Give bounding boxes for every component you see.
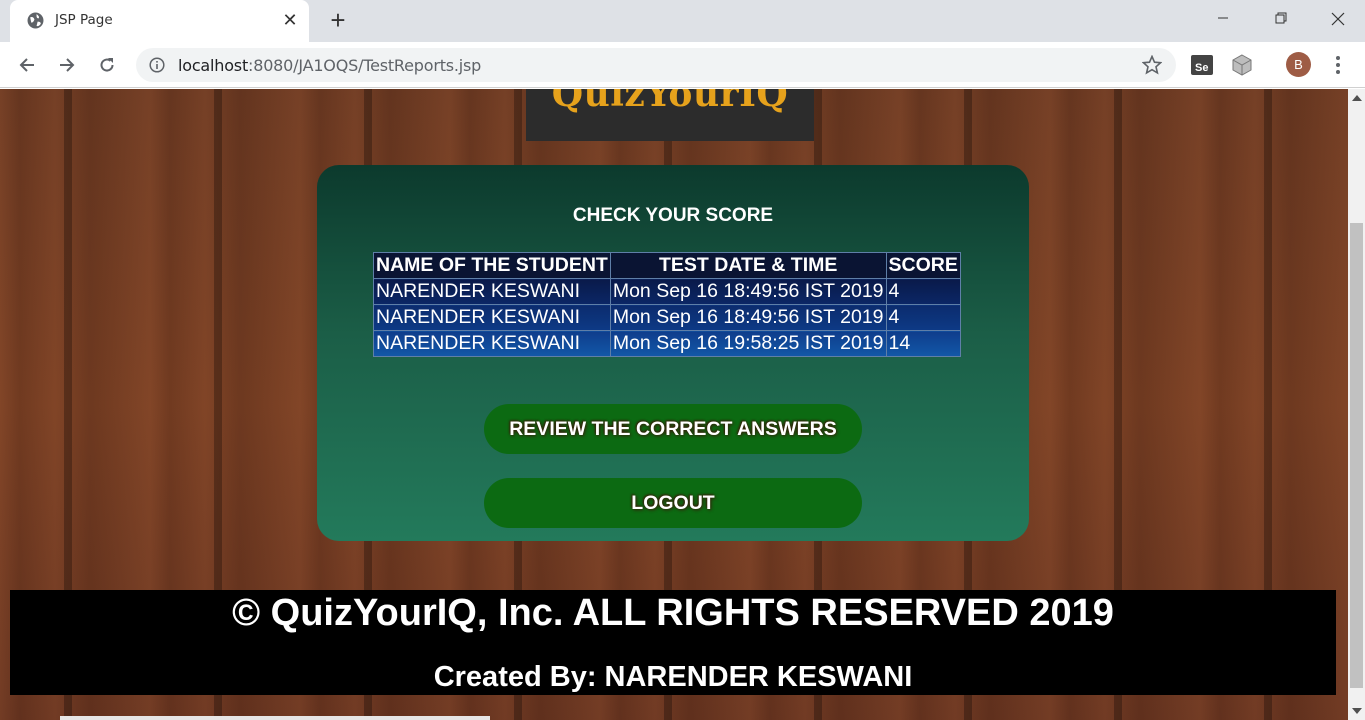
reload-icon [100, 58, 114, 72]
page-footer: © QuizYourIQ, Inc. ALL RIGHTS RESERVED 2… [10, 590, 1336, 695]
url-text[interactable]: localhost:8080/JA1OQS/TestReports.jsp [178, 56, 481, 75]
extension-cube-icon[interactable] [1230, 53, 1254, 77]
copyright-text: © QuizYourIQ, Inc. ALL RIGHTS RESERVED 2… [232, 592, 1114, 634]
arrow-left-icon [19, 58, 34, 72]
tab-strip: JSP Page ✕ + [0, 0, 1365, 42]
table-row: NARENDER KESWANI Mon Sep 16 18:49:56 IST… [373, 278, 961, 305]
table-row: NARENDER KESWANI Mon Sep 16 19:58:25 IST… [373, 330, 961, 357]
horizontal-scroll-indicator [60, 716, 490, 720]
review-answers-button[interactable]: REVIEW THE CORRECT ANSWERS [484, 404, 862, 454]
student-name-cell: NARENDER KESWANI [373, 304, 611, 331]
site-logo: QuizYourIQ [526, 89, 814, 141]
address-bar[interactable]: localhost:8080/JA1OQS/TestReports.jsp [136, 48, 1176, 82]
column-header-score: SCORE [885, 252, 961, 279]
restore-button[interactable] [1252, 0, 1310, 34]
test-date-cell: Mon Sep 16 18:49:56 IST 2019 [609, 304, 887, 331]
bookmark-star-icon[interactable] [1142, 55, 1162, 75]
score-panel: CHECK YOUR SCORE NAME OF THE STUDENT TES… [317, 165, 1029, 541]
student-name-cell: NARENDER KESWANI [373, 278, 611, 305]
column-header-student: NAME OF THE STUDENT [373, 252, 611, 279]
selenium-extension-icon[interactable]: Se [1190, 53, 1214, 77]
close-tab-icon[interactable]: ✕ [280, 10, 300, 30]
column-header-date: TEST DATE & TIME [609, 252, 887, 279]
scroll-up-arrow-icon[interactable] [1352, 95, 1362, 101]
browser-tab[interactable]: JSP Page ✕ [10, 0, 309, 42]
score-table: NAME OF THE STUDENT TEST DATE & TIME SCO… [373, 252, 961, 357]
table-row: NARENDER KESWANI Mon Sep 16 18:49:56 IST… [373, 304, 961, 331]
created-by-text: Created By: NARENDER KESWANI [433, 661, 913, 693]
close-icon [1331, 12, 1345, 26]
url-host: localhost [178, 56, 249, 75]
browser-toolbar: localhost:8080/JA1OQS/TestReports.jsp Se… [0, 42, 1365, 88]
arrow-right-icon [60, 58, 75, 72]
minimize-icon [1218, 17, 1228, 19]
scroll-down-arrow-icon[interactable] [1352, 708, 1362, 714]
forward-button[interactable] [52, 50, 82, 80]
panel-title: CHECK YOUR SCORE [572, 205, 774, 226]
score-cell: 4 [885, 304, 961, 331]
restore-icon [1275, 12, 1287, 24]
globe-icon [27, 12, 44, 29]
reload-button[interactable] [92, 50, 122, 80]
new-tab-button[interactable]: + [325, 7, 351, 33]
minimize-button[interactable] [1194, 0, 1252, 34]
close-window-button[interactable] [1308, 0, 1365, 34]
info-icon[interactable] [149, 57, 165, 73]
more-menu-icon[interactable] [1328, 52, 1348, 78]
logo-text: QuizYourIQ [551, 89, 789, 115]
vertical-scrollbar[interactable] [1348, 89, 1365, 720]
score-cell: 14 [885, 330, 961, 357]
test-date-cell: Mon Sep 16 19:58:25 IST 2019 [609, 330, 887, 357]
profile-avatar[interactable]: B [1286, 52, 1311, 77]
back-button[interactable] [12, 50, 42, 80]
score-cell: 4 [885, 278, 961, 305]
student-name-cell: NARENDER KESWANI [373, 330, 611, 357]
tab-title: JSP Page [55, 12, 113, 28]
url-path: :8080/JA1OQS/TestReports.jsp [248, 56, 482, 75]
test-date-cell: Mon Sep 16 18:49:56 IST 2019 [609, 278, 887, 305]
svg-text:Se: Se [1195, 62, 1208, 74]
scrollbar-thumb[interactable] [1350, 223, 1363, 688]
logout-button[interactable]: LOGOUT [484, 478, 862, 528]
page-viewport: QuizYourIQ CHECK YOUR SCORE NAME OF THE … [0, 89, 1348, 720]
table-header-row: NAME OF THE STUDENT TEST DATE & TIME SCO… [373, 252, 961, 279]
